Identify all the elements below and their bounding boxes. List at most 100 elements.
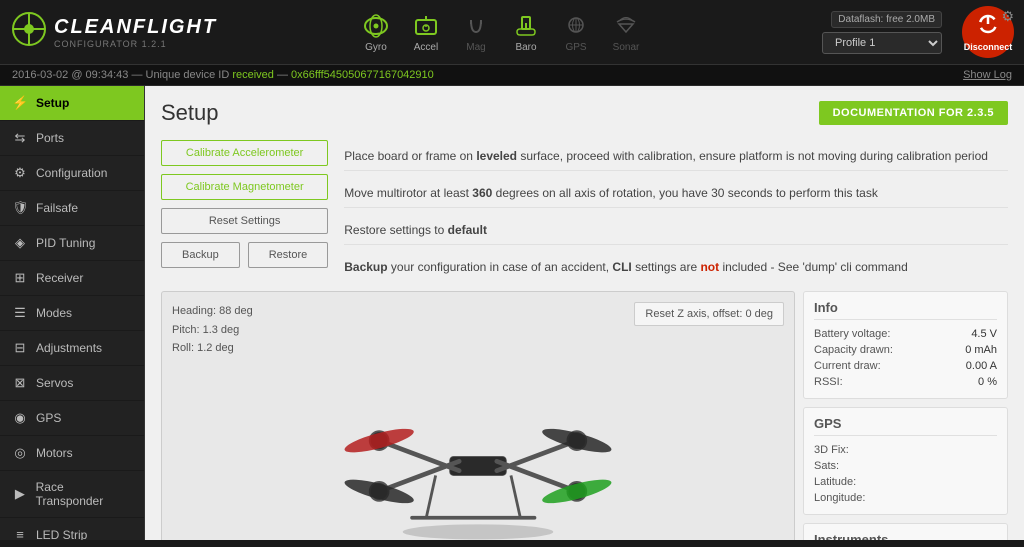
sidebar-label-pid: PID Tuning: [36, 236, 95, 250]
sidebar-item-setup[interactable]: ⚡ Setup: [0, 86, 144, 121]
sensor-baro: Baro: [504, 12, 548, 53]
show-log-link[interactable]: Show Log: [963, 69, 1012, 81]
sidebar-label-ports: Ports: [36, 131, 64, 145]
sidebar-item-race-transponder[interactable]: ▶ Race Transponder: [0, 471, 144, 518]
battery-voltage-row: Battery voltage: 4.5 V: [814, 326, 997, 342]
fix-label: 3D Fix:: [814, 444, 849, 456]
ports-icon: ⇆: [12, 130, 28, 146]
capacity-value: 0 mAh: [965, 344, 997, 356]
sensor-gps: GPS: [554, 12, 598, 53]
sidebar-item-gps[interactable]: ◉ GPS: [0, 401, 144, 436]
sidebar-label-setup: Setup: [36, 96, 69, 110]
sidebar-item-servos[interactable]: ⊠ Servos: [0, 366, 144, 401]
lat-row: Latitude:: [814, 474, 997, 490]
sidebar-label-receiver: Receiver: [36, 271, 83, 285]
battery-label: Battery voltage:: [814, 328, 890, 340]
sensor-gyro: Gyro: [354, 12, 398, 53]
sidebar-item-pid-tuning[interactable]: ◈ PID Tuning: [0, 226, 144, 261]
lat-label: Latitude:: [814, 476, 856, 488]
gps-panel: GPS 3D Fix: Sats: Latitude:: [803, 407, 1008, 515]
sats-row: Sats:: [814, 458, 997, 474]
disconnect-label: Disconnect: [964, 42, 1013, 52]
battery-value: 4.5 V: [971, 328, 997, 340]
leveled-text: leveled: [476, 149, 517, 163]
capacity-row: Capacity drawn: 0 mAh: [814, 342, 997, 358]
sidebar-label-led: LED Strip: [36, 528, 87, 541]
profile-select[interactable]: Profile 1: [822, 32, 942, 54]
model-orientation-info: Heading: 88 deg Pitch: 1.3 deg Roll: 1.2…: [172, 302, 253, 358]
sidebar-label-config: Configuration: [36, 166, 107, 180]
sidebar-item-led-strip[interactable]: ≡ LED Strip: [0, 518, 144, 540]
sidebar-label-failsafe: Failsafe: [36, 201, 78, 215]
modes-icon: ☰: [12, 305, 28, 321]
instruments-panel-title: Instruments: [814, 532, 997, 540]
current-value: 0.00 A: [966, 360, 997, 372]
accel-description: Place board or frame on leveled surface,…: [344, 142, 1008, 171]
reset-description: Restore settings to default: [344, 216, 1008, 245]
restore-button[interactable]: Restore: [248, 242, 329, 268]
current-label: Current draw:: [814, 360, 881, 372]
power-icon: [977, 13, 999, 40]
backup-description: Backup your configuration in case of an …: [344, 253, 1008, 281]
backup-button[interactable]: Backup: [161, 242, 240, 268]
calibrate-accel-button[interactable]: Calibrate Accelerometer: [161, 140, 328, 166]
status-info: 2016-03-02 @ 09:34:43 — Unique device ID…: [12, 69, 434, 81]
sidebar-label-race: Race Transponder: [36, 480, 132, 508]
sidebar-item-adjustments[interactable]: ⊟ Adjustments: [0, 331, 144, 366]
sidebar-label-gps: GPS: [36, 411, 61, 425]
cli-text: CLI: [612, 260, 631, 274]
config-icon: ⚙: [12, 165, 28, 181]
drone-model: [278, 386, 678, 541]
backup-text: Backup: [344, 260, 387, 274]
sidebar-item-receiver[interactable]: ⊞ Receiver: [0, 261, 144, 296]
heading-value: 88 deg: [219, 305, 253, 317]
dataflash-info: Dataflash: free 2.0MB: [831, 11, 942, 28]
pitch-value: 1.3 deg: [203, 324, 240, 336]
sensor-mag: Mag: [454, 12, 498, 53]
info-panel: Info Battery voltage: 4.5 V Capacity dra…: [803, 291, 1008, 399]
sidebar-item-modes[interactable]: ☰ Modes: [0, 296, 144, 331]
documentation-button[interactable]: DOCUMENTATION FOR 2.3.5: [819, 101, 1008, 125]
pitch-label: Pitch:: [172, 324, 200, 336]
timestamp: 2016-03-02 @ 09:34:43: [12, 69, 128, 81]
not-text: not: [700, 260, 719, 274]
instruments-panel: Instruments: [803, 523, 1008, 540]
sidebar-label-adjustments: Adjustments: [36, 341, 102, 355]
rssi-label: RSSI:: [814, 376, 843, 388]
sidebar-label-motors: Motors: [36, 446, 73, 460]
sidebar-label-servos: Servos: [36, 376, 73, 390]
sats-label: Sats:: [814, 460, 839, 472]
led-icon: ≡: [12, 527, 28, 540]
motors-icon: ◎: [12, 445, 28, 461]
fix-row: 3D Fix:: [814, 442, 997, 458]
heading-label: Heading:: [172, 305, 216, 317]
default-text: default: [448, 223, 487, 237]
rssi-value: 0 %: [978, 376, 997, 388]
receiver-icon: ⊞: [12, 270, 28, 286]
reset-settings-button[interactable]: Reset Settings: [161, 208, 328, 234]
degrees-text: 360: [472, 186, 492, 200]
gps-panel-title: GPS: [814, 416, 997, 436]
separator2: —: [277, 69, 291, 81]
logo-icon: [10, 10, 48, 55]
sidebar-item-failsafe[interactable]: 🛡 Failsafe: [0, 191, 144, 226]
sidebar-item-motors[interactable]: ◎ Motors: [0, 436, 144, 471]
roll-value: 1.2 deg: [197, 342, 234, 354]
roll-label: Roll:: [172, 342, 194, 354]
capacity-label: Capacity drawn:: [814, 344, 893, 356]
reset-z-axis-button[interactable]: Reset Z axis, offset: 0 deg: [634, 302, 784, 326]
sidebar-item-configuration[interactable]: ⚙ Configuration: [0, 156, 144, 191]
settings-gear-icon[interactable]: ⚙: [1001, 8, 1014, 25]
setup-icon: ⚡: [12, 95, 28, 111]
sidebar-item-ports[interactable]: ⇆ Ports: [0, 121, 144, 156]
sensor-accel: Accel: [404, 12, 448, 53]
current-row: Current draw: 0.00 A: [814, 358, 997, 374]
mag-description: Move multirotor at least 360 degrees on …: [344, 179, 1008, 208]
lon-row: Longitude:: [814, 490, 997, 506]
pid-icon: ◈: [12, 235, 28, 251]
adjustments-icon: ⊟: [12, 340, 28, 356]
sidebar-label-modes: Modes: [36, 306, 72, 320]
race-icon: ▶: [12, 486, 28, 502]
calibrate-mag-button[interactable]: Calibrate Magnetometer: [161, 174, 328, 200]
device-id: 0x66fff54505067716704​2910: [291, 69, 434, 81]
